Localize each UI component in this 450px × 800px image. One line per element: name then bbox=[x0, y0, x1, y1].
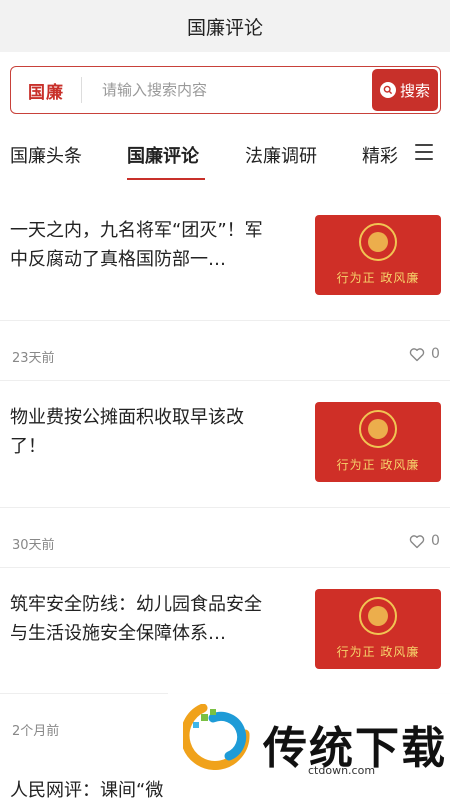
watermark: 传统下载 ctdown.com bbox=[168, 690, 450, 800]
watermark-url: ctdown.com bbox=[308, 764, 376, 777]
like-button[interactable]: 0 bbox=[409, 533, 440, 549]
page-title: 国廉评论 bbox=[186, 16, 263, 39]
article-thumbnail[interactable]: 行为正 政风廉 bbox=[315, 215, 441, 295]
tab-scroll-fade bbox=[395, 136, 409, 172]
emblem-icon bbox=[359, 597, 397, 635]
divider bbox=[0, 567, 450, 568]
tab-highlights[interactable]: 精彩 bbox=[362, 142, 398, 168]
article-title[interactable]: 物业费按公摊面积收取早该改了！ bbox=[10, 403, 265, 461]
article-thumbnail[interactable]: 行为正 政风廉 bbox=[315, 402, 441, 482]
tab-headlines[interactable]: 国廉头条 bbox=[10, 142, 82, 168]
article-thumbnail[interactable]: 行为正 政风廉 bbox=[315, 589, 441, 669]
like-button[interactable]: 0 bbox=[409, 346, 440, 362]
search-input[interactable] bbox=[82, 81, 372, 99]
divider bbox=[0, 380, 450, 381]
tab-research[interactable]: 法廉调研 bbox=[245, 142, 317, 168]
search-icon bbox=[379, 82, 396, 98]
article-title[interactable]: 筑牢安全防线：幼儿园食品安全与生活设施安全保障体系… bbox=[10, 590, 265, 648]
divider bbox=[0, 320, 450, 321]
like-count: 0 bbox=[431, 533, 440, 549]
thumbnail-caption: 行为正 政风廉 bbox=[336, 271, 420, 285]
like-count: 0 bbox=[431, 346, 440, 362]
brand-logo: 国廉 bbox=[28, 82, 64, 103]
thumbnail-caption: 行为正 政风廉 bbox=[336, 458, 420, 472]
search-bar: 国廉 搜索 bbox=[10, 66, 441, 114]
article-time: 2个月前 bbox=[12, 724, 60, 739]
heart-icon bbox=[409, 534, 425, 548]
active-tab-indicator bbox=[127, 178, 205, 180]
menu-icon[interactable] bbox=[415, 144, 433, 160]
emblem-icon bbox=[359, 223, 397, 261]
title-bar: 国廉评论 bbox=[0, 0, 450, 52]
app-screen: 国廉评论 国廉 搜索 国廉头条 国廉评论 法廉调研 精彩 一天之内，九名将军“团… bbox=[0, 0, 450, 800]
article-title[interactable]: 一天之内，九名将军“团灭”！军中反腐动了真格国防部一… bbox=[10, 216, 265, 274]
divider bbox=[0, 507, 450, 508]
tab-commentary[interactable]: 国廉评论 bbox=[127, 142, 199, 168]
search-button[interactable]: 搜索 bbox=[372, 69, 438, 111]
emblem-icon bbox=[359, 410, 397, 448]
article-time: 30天前 bbox=[12, 538, 55, 553]
heart-icon bbox=[409, 347, 425, 361]
search-button-label: 搜索 bbox=[399, 81, 430, 100]
category-tabs: 国廉头条 国廉评论 法廉调研 精彩 bbox=[0, 128, 450, 180]
ctdown-logo-icon bbox=[183, 704, 250, 770]
article-time: 23天前 bbox=[12, 351, 55, 366]
thumbnail-caption: 行为正 政风廉 bbox=[336, 645, 420, 659]
